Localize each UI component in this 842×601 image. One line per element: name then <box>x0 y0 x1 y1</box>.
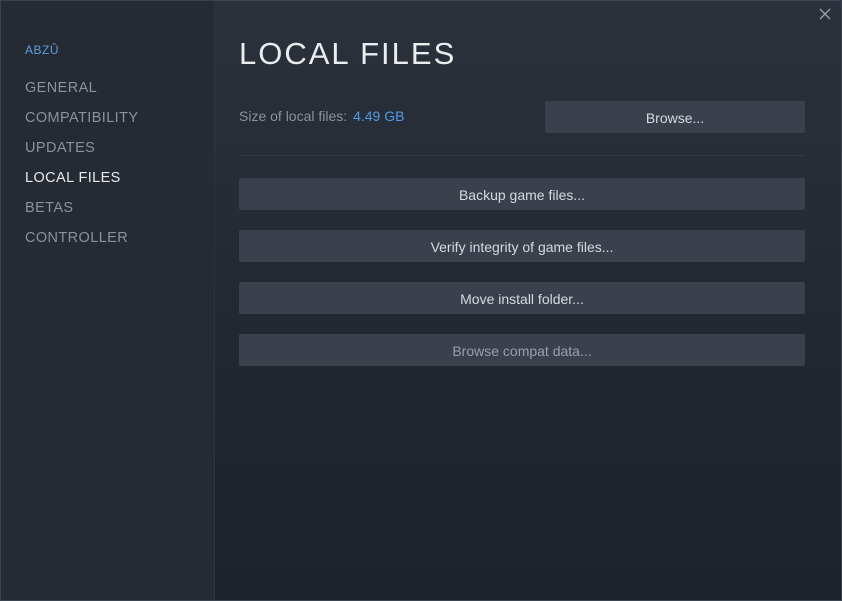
browse-compat-data-button[interactable]: Browse compat data... <box>239 334 805 366</box>
game-name: ABZÛ <box>25 43 60 57</box>
close-icon <box>815 5 835 23</box>
sidebar-item-updates[interactable]: UPDATES <box>25 138 138 168</box>
backup-game-files-button[interactable]: Backup game files... <box>239 178 805 210</box>
sidebar: ABZÛ GENERAL COMPATIBILITY UPDATES LOCAL… <box>1 1 215 600</box>
divider <box>239 155 805 156</box>
sidebar-item-general[interactable]: GENERAL <box>25 78 138 108</box>
verify-integrity-button[interactable]: Verify integrity of game files... <box>239 230 805 262</box>
page-title: LOCAL FILES <box>239 36 457 71</box>
browse-button[interactable]: Browse... <box>545 101 805 133</box>
sidebar-item-controller[interactable]: CONTROLLER <box>25 228 138 258</box>
close-button[interactable] <box>815 5 835 23</box>
properties-window: ABZÛ GENERAL COMPATIBILITY UPDATES LOCAL… <box>0 0 842 601</box>
size-label: Size of local files: <box>239 108 348 124</box>
sidebar-item-compatibility[interactable]: COMPATIBILITY <box>25 108 138 138</box>
sidebar-item-betas[interactable]: BETAS <box>25 198 138 228</box>
move-install-folder-button[interactable]: Move install folder... <box>239 282 805 314</box>
size-value: 4.49 GB <box>353 108 405 124</box>
size-info: Size of local files: 4.49 GB <box>239 108 404 124</box>
sidebar-nav: GENERAL COMPATIBILITY UPDATES LOCAL FILE… <box>25 78 138 258</box>
sidebar-item-local-files[interactable]: LOCAL FILES <box>25 168 138 198</box>
